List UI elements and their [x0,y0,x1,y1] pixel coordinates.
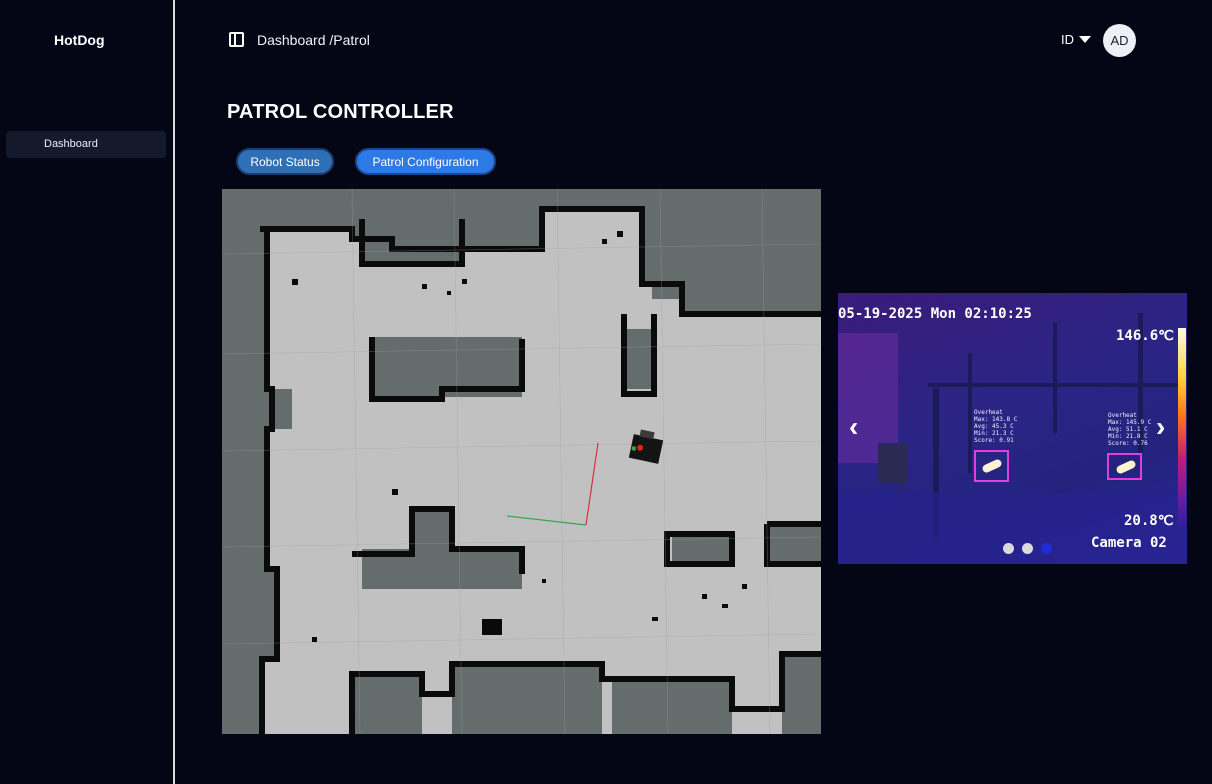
carousel-dots [1003,543,1052,554]
camera-min-temp: 20.8℃ [1124,513,1174,529]
thermal-camera-feed: 05-19-2025 Mon 02:10:25 146.6℃ 20.8℃ Cam… [838,293,1187,564]
language-label: ID [1061,32,1074,47]
camera-max-temp: 146.6℃ [1116,328,1174,344]
top-header: Dashboard /Patrol ID AD [177,0,1212,76]
carousel-dot-active[interactable] [1041,543,1052,554]
hotspot [981,458,1003,474]
detection-label: Overheat Max: 143.8 C Avg: 45.3 C Min: 2… [974,409,1018,444]
sidebar-item-label: Dashboard [44,138,98,150]
page-title: PATROL CONTROLLER [227,101,454,123]
chevron-left-icon[interactable]: ‹ [849,411,858,443]
detection-box [1107,453,1142,480]
hotspot [1115,459,1137,475]
sidebar-item-dashboard[interactable]: Dashboard [6,131,166,158]
sidebar-toggle-icon[interactable] [229,32,244,47]
chevron-down-icon [1079,36,1091,43]
robot-status-button[interactable]: Robot Status [236,148,334,175]
app-root: HotDog Dashboard Dashboard /Patrol ID AD… [0,0,1212,784]
detection-label: Overheat Max: 145.9 C Avg: 51.1 C Min: 2… [1108,412,1152,447]
patrol-configuration-button[interactable]: Patrol Configuration [355,148,496,175]
brand-logo: HotDog [54,32,105,48]
occupancy-grid [222,189,821,734]
sidebar: HotDog Dashboard [0,0,175,784]
avatar[interactable]: AD [1103,24,1136,57]
chevron-right-icon[interactable]: › [1156,411,1165,443]
camera-name: Camera 02 [1091,535,1167,551]
breadcrumb: Dashboard /Patrol [257,32,370,48]
patrol-map[interactable] [222,189,821,734]
language-selector[interactable]: ID [1061,32,1091,47]
temperature-colorbar [1178,328,1186,528]
carousel-dot[interactable] [1003,543,1014,554]
carousel-dot[interactable] [1022,543,1033,554]
camera-timestamp: 05-19-2025 Mon 02:10:25 [838,306,1032,322]
detection-box [974,450,1009,482]
